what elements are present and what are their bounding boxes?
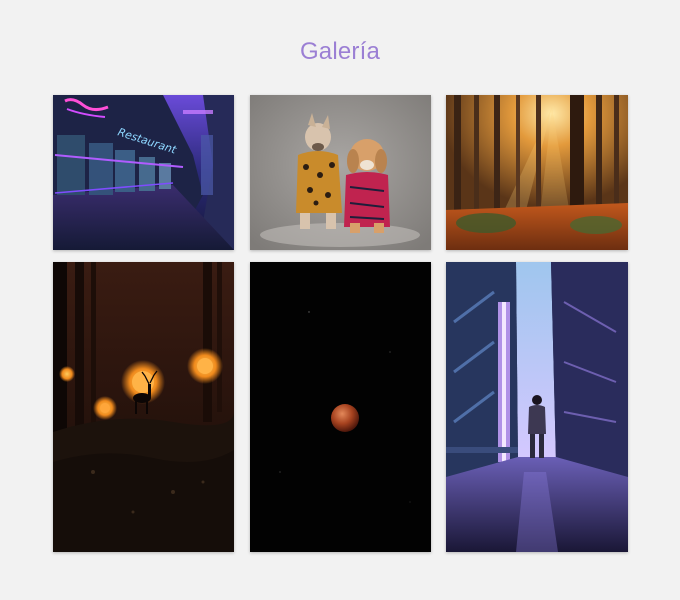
dogs-image [250, 95, 431, 250]
deer-forest-image [53, 262, 234, 552]
gallery-photo-dogs[interactable] [250, 95, 431, 250]
neon-alley-image [446, 262, 628, 552]
gallery-photo-neon-street[interactable]: Restaurant [53, 95, 234, 250]
gallery-photo-blood-moon[interactable] [250, 262, 431, 552]
gallery-photo-autumn-forest[interactable] [446, 95, 628, 250]
blood-moon-image [250, 262, 431, 552]
gallery-photo-deer-forest[interactable] [53, 262, 234, 552]
autumn-forest-image [446, 95, 628, 250]
gallery-photo-neon-alley[interactable] [446, 262, 628, 552]
page-title: Galería [299, 38, 381, 65]
neon-street-image: Restaurant [53, 95, 234, 250]
